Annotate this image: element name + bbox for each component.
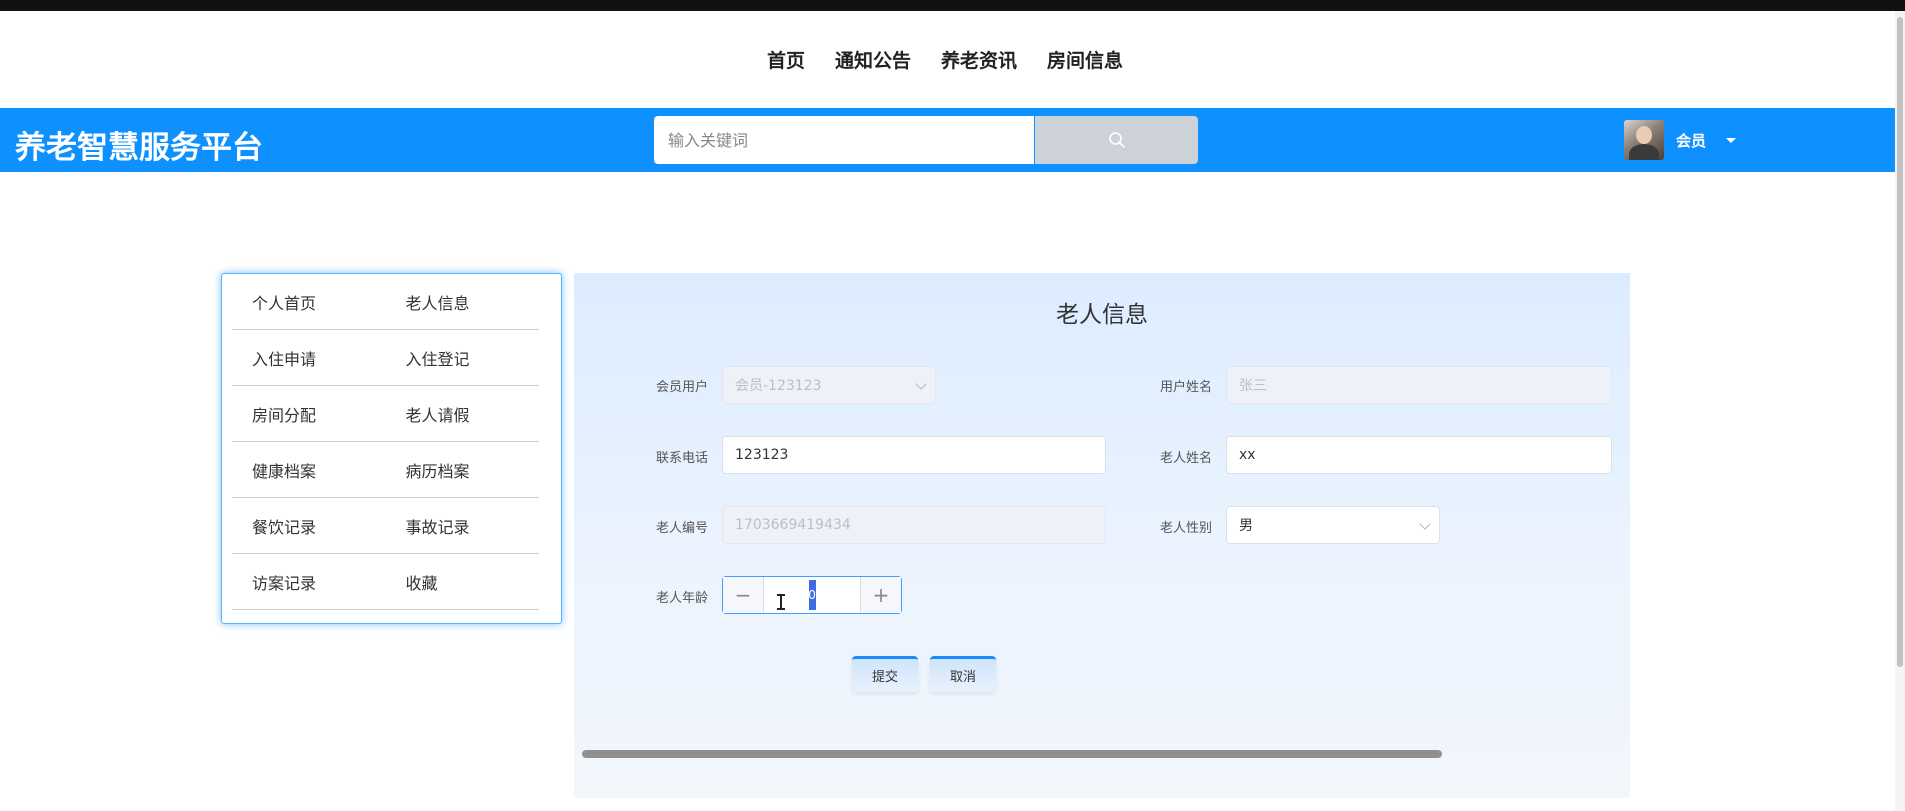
window-top-bar bbox=[0, 0, 1905, 11]
user-label: 会员 bbox=[1676, 131, 1707, 150]
elder-no-field: 1703669419434 bbox=[722, 506, 1106, 544]
chevron-down-icon bbox=[915, 378, 927, 390]
elder-age-stepper[interactable]: − 0 + bbox=[722, 576, 902, 614]
phone-label: 联系电话 bbox=[655, 451, 708, 466]
menu-row: 健康档案 病历档案 bbox=[232, 442, 539, 498]
submit-button[interactable]: 提交 bbox=[852, 656, 918, 692]
menu-item-visit-records[interactable]: 访案记录 bbox=[232, 570, 386, 594]
caret-down-icon bbox=[1726, 137, 1737, 143]
user-name-label: 用户姓名 bbox=[1159, 380, 1212, 395]
text-cursor-icon bbox=[777, 594, 785, 610]
phone-field[interactable]: 123123 bbox=[722, 436, 1106, 474]
menu-item-meal-records[interactable]: 餐饮记录 bbox=[232, 514, 386, 538]
menu-item-health-records[interactable]: 健康档案 bbox=[232, 458, 386, 482]
menu-item-checkin-apply[interactable]: 入住申请 bbox=[232, 346, 386, 370]
member-user-select: 会员-123123 bbox=[722, 366, 936, 404]
cancel-button[interactable]: 取消 bbox=[930, 656, 996, 692]
search-icon bbox=[1108, 132, 1125, 148]
chevron-down-icon bbox=[1419, 518, 1431, 530]
nav-room-info[interactable]: 房间信息 bbox=[1047, 46, 1123, 73]
member-user-value: 会员-123123 bbox=[735, 378, 822, 394]
nav-notices[interactable]: 通知公告 bbox=[835, 46, 911, 73]
search-input[interactable] bbox=[654, 116, 1034, 164]
elder-no-label: 老人编号 bbox=[655, 521, 708, 536]
vertical-scrollbar-thumb[interactable] bbox=[1897, 17, 1903, 667]
elder-gender-value: 男 bbox=[1239, 518, 1253, 534]
decrease-button[interactable]: − bbox=[723, 577, 764, 613]
menu-item-medical-records[interactable]: 病历档案 bbox=[386, 458, 540, 482]
side-menu: 个人首页 老人信息 入住申请 入住登记 房间分配 老人请假 健康档案 病历档案 … bbox=[221, 273, 562, 624]
elder-name-field[interactable]: xx bbox=[1226, 436, 1612, 474]
menu-item-elder-leave[interactable]: 老人请假 bbox=[386, 402, 540, 426]
elder-gender-select[interactable]: 男 bbox=[1226, 506, 1440, 544]
menu-row: 入住申请 入住登记 bbox=[232, 330, 539, 386]
menu-row: 房间分配 老人请假 bbox=[232, 386, 539, 442]
elder-age-label: 老人年龄 bbox=[655, 591, 708, 606]
elder-no-value: 1703669419434 bbox=[735, 517, 851, 533]
user-name-value: 张三 bbox=[1239, 378, 1267, 394]
vertical-scrollbar[interactable] bbox=[1895, 11, 1905, 811]
menu-item-checkin-register[interactable]: 入住登记 bbox=[386, 346, 540, 370]
member-user-label: 会员用户 bbox=[655, 380, 708, 395]
menu-item-elder-info[interactable]: 老人信息 bbox=[386, 290, 540, 314]
elder-info-panel: 老人信息 会员用户 会员-123123 用户姓名 张三 联系电话 123123 … bbox=[574, 273, 1630, 798]
brand-title: 养老智慧服务平台 bbox=[15, 130, 263, 166]
menu-row: 个人首页 老人信息 bbox=[232, 274, 539, 330]
horizontal-scrollbar-thumb[interactable] bbox=[582, 750, 1442, 758]
nav-home[interactable]: 首页 bbox=[767, 46, 805, 73]
search-button[interactable] bbox=[1035, 116, 1198, 164]
elder-name-value: xx bbox=[1239, 447, 1256, 463]
user-name-field: 张三 bbox=[1226, 366, 1612, 404]
user-menu[interactable]: 会员 bbox=[1624, 115, 1737, 165]
menu-row: 访案记录 收藏 bbox=[232, 554, 539, 610]
elder-age-value: 0 bbox=[808, 580, 816, 610]
page-title: 老人信息 bbox=[1056, 302, 1148, 328]
menu-row: 餐饮记录 事故记录 bbox=[232, 498, 539, 554]
elder-age-input[interactable]: 0 bbox=[764, 577, 860, 613]
header-bar: 养老智慧服务平台 会员 bbox=[0, 108, 1895, 172]
nav-elderly-news[interactable]: 养老资讯 bbox=[941, 46, 1017, 73]
menu-item-personal-home[interactable]: 个人首页 bbox=[232, 290, 386, 314]
phone-value: 123123 bbox=[735, 447, 789, 463]
menu-item-favorites[interactable]: 收藏 bbox=[386, 570, 540, 594]
avatar bbox=[1624, 120, 1664, 160]
increase-button[interactable]: + bbox=[860, 577, 901, 613]
elder-name-label: 老人姓名 bbox=[1159, 451, 1212, 466]
elder-gender-label: 老人性别 bbox=[1159, 521, 1212, 536]
menu-item-room-assign[interactable]: 房间分配 bbox=[232, 402, 386, 426]
menu-item-accident-records[interactable]: 事故记录 bbox=[386, 514, 540, 538]
top-navigation: 首页 通知公告 养老资讯 房间信息 bbox=[0, 11, 1890, 108]
